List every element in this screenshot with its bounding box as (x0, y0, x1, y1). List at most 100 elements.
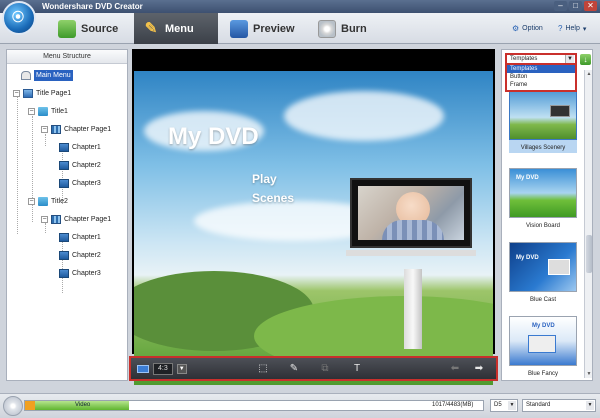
crop-icon[interactable]: ⧉ (319, 363, 331, 375)
template-thumb-text: My DVD (516, 175, 539, 181)
maximize-button[interactable]: □ (569, 1, 582, 11)
scroll-down-icon[interactable]: ▼ (585, 370, 593, 378)
template-item[interactable]: My DVD Vision Board (509, 168, 577, 229)
chevron-down-icon[interactable]: ▼ (508, 401, 516, 410)
disc-type-select[interactable]: D5 ▼ (490, 399, 518, 412)
chapter-icon (59, 268, 69, 278)
chevron-down-icon: ▾ (582, 25, 587, 33)
collapse-toggle[interactable]: − (13, 89, 20, 97)
tree-label-chapter: Chapter3 (72, 269, 101, 277)
dropdown-option-templates[interactable]: Templates (507, 65, 575, 73)
menu-icon: ✎ (144, 19, 158, 37)
scroll-up-icon[interactable]: ▲ (585, 70, 593, 78)
close-button[interactable]: ✕ (584, 1, 597, 11)
template-item[interactable]: My DVD Blue Cast (509, 242, 577, 303)
quality-value: Standard (526, 402, 551, 408)
aspect-ratio-control[interactable]: 4:3 ▼ (137, 363, 187, 375)
tree-item-title2[interactable]: − Title2 (28, 194, 68, 208)
tree-item-chapter[interactable]: Chapter3 (59, 266, 101, 280)
scrollbar-thumb[interactable] (586, 235, 592, 273)
tree-item-title-page[interactable]: − Title Page1 (13, 86, 71, 100)
app-title: Wondershare DVD Creator (42, 2, 143, 11)
tree-item-title1[interactable]: − Title1 (28, 104, 68, 118)
safe-area-icon[interactable]: ⬚ (257, 363, 269, 375)
capacity-bar: Video (24, 400, 484, 411)
templates-panel: Templates ▼ Templates Button Frame ↓ Vil… (501, 49, 593, 381)
tree-label-title2: Title2 (51, 197, 68, 205)
collapse-toggle[interactable]: − (41, 125, 48, 133)
tree-item-main-menu[interactable]: Main Menu (21, 68, 73, 82)
option-link[interactable]: ⚙ Option (512, 24, 543, 33)
tree-label-chapter: Chapter2 (72, 161, 101, 169)
chevron-down-icon[interactable]: ▼ (586, 401, 594, 410)
quality-select[interactable]: Standard ▼ (522, 399, 596, 412)
chapter-icon (59, 142, 69, 152)
title-bar: Wondershare DVD Creator – □ ✕ (0, 0, 600, 13)
tree-item-chapter[interactable]: Chapter2 (59, 248, 101, 262)
chapter-icon (59, 178, 69, 188)
tree-item-chapter[interactable]: Chapter3 (59, 176, 101, 190)
capacity-fill-start (25, 401, 35, 410)
home-icon (21, 70, 31, 80)
tree-label-chapter-page: Chapter Page1 (64, 215, 112, 223)
collapse-toggle[interactable]: − (28, 107, 35, 115)
tree-item-chapter[interactable]: Chapter2 (59, 158, 101, 172)
billboard-frame[interactable] (350, 178, 472, 248)
tree-item-chapter[interactable]: Chapter1 (59, 230, 101, 244)
collapse-toggle[interactable]: − (28, 197, 35, 205)
tree-item-chapter-page[interactable]: − Chapter Page1 (41, 212, 111, 226)
menu-preview-canvas[interactable]: My DVD Play Scenes (132, 49, 495, 385)
template-name: Villages Scenery (520, 145, 566, 151)
chapter-icon (59, 250, 69, 260)
collapse-toggle[interactable]: − (41, 215, 48, 223)
billboard-photo (358, 186, 464, 240)
tree-label-title1: Title1 (51, 107, 68, 115)
help-label: Help (565, 25, 580, 32)
menu-play-button[interactable]: Play (252, 172, 277, 186)
tab-burn[interactable]: Burn (310, 13, 380, 44)
page-icon (23, 88, 33, 98)
help-icon: ? (558, 24, 563, 33)
template-name: Vision Board (526, 223, 560, 229)
billboard-pole (404, 269, 422, 349)
chapter-icon (59, 232, 69, 242)
template-item[interactable]: My DVD Blue Fancy (509, 316, 577, 377)
aspect-ratio-value: 4:3 (153, 363, 173, 375)
menu-background-image: My DVD Play Scenes (134, 71, 493, 385)
capacity-label: Video (75, 402, 91, 408)
dropdown-option-frame[interactable]: Frame (507, 81, 575, 89)
tab-preview[interactable]: Preview (222, 13, 306, 44)
chevron-down-icon[interactable]: ▼ (565, 55, 574, 63)
main-toolbar: Source ✎ Menu Preview Burn ⚙ Option ? He… (0, 13, 600, 44)
tree-item-chapter[interactable]: Chapter1 (59, 140, 101, 154)
menu-dvd-title[interactable]: My DVD (168, 123, 259, 151)
template-item[interactable]: Villages Scenery (509, 88, 577, 153)
chevron-down-icon[interactable]: ▼ (176, 364, 187, 374)
window-controls: – □ ✕ (554, 1, 597, 11)
edit-icon[interactable]: ✎ (288, 363, 300, 375)
tree-label-chapter: Chapter1 (72, 233, 101, 241)
billboard-stand (346, 250, 476, 256)
dvd-glyph-icon: ⦿ (12, 10, 25, 24)
app-logo-icon[interactable]: ⦿ (2, 1, 36, 35)
disc-type-value: D5 (494, 402, 502, 408)
menu-scenes-button[interactable]: Scenes (252, 191, 294, 205)
download-icon[interactable]: ↓ (580, 54, 591, 65)
tab-source[interactable]: Source (50, 13, 130, 44)
arrow-right-icon[interactable]: ➡ (473, 363, 485, 375)
templates-dropdown[interactable]: Templates ▼ (505, 53, 577, 65)
dropdown-option-button[interactable]: Button (507, 73, 575, 81)
minimize-button[interactable]: – (554, 1, 567, 11)
arrow-left-icon[interactable]: ⬅ (449, 363, 461, 375)
tree-item-chapter-page[interactable]: − Chapter Page1 (41, 122, 111, 136)
tree-label-chapter: Chapter1 (72, 143, 101, 151)
tree-label-chapter: Chapter2 (72, 251, 101, 259)
templates-scrollbar[interactable]: ▲ ▼ (584, 70, 592, 378)
preview-icon (230, 19, 248, 38)
templates-dropdown-list: Templates Button Frame (505, 65, 577, 92)
tab-menu[interactable]: ✎ Menu (134, 13, 218, 44)
help-link[interactable]: ? Help ▾ (558, 24, 586, 33)
tab-source-label: Source (81, 22, 119, 35)
film-icon (51, 124, 61, 134)
add-text-icon[interactable]: T (351, 363, 363, 375)
